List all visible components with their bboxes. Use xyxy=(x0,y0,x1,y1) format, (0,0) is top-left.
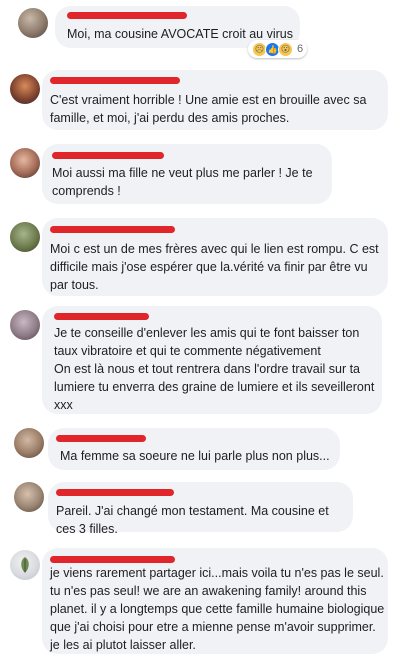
redacted-name xyxy=(54,313,149,320)
redacted-name xyxy=(52,152,164,159)
redacted-name xyxy=(50,556,175,563)
comment-item: Je te conseille d'enlever les amis qui t… xyxy=(0,298,400,416)
comment-text: Moi aussi ma fille ne veut plus me parle… xyxy=(52,166,317,198)
comment-item: Ma femme sa soeure ne lui parle plus non… xyxy=(0,420,400,472)
avatar[interactable] xyxy=(10,550,40,580)
avatar[interactable] xyxy=(10,148,40,178)
avatar[interactable] xyxy=(14,482,44,512)
comment-item: je viens rarement partager ici...mais vo… xyxy=(0,540,400,660)
comment-item: Moi c est un de mes frères avec qui le l… xyxy=(0,208,400,296)
comment-text: je viens rarement partager ici...mais vo… xyxy=(50,566,388,652)
comment-bubble: Ma femme sa soeure ne lui parle plus non… xyxy=(48,428,340,470)
redacted-name xyxy=(67,12,187,19)
comment-item: Moi aussi ma fille ne veut plus me parle… xyxy=(0,134,400,206)
comment-text: Moi c est un de mes frères avec qui le l… xyxy=(50,242,383,292)
leaf-icon xyxy=(21,557,29,573)
avatar[interactable] xyxy=(10,74,40,104)
reaction-count: 6 xyxy=(297,43,304,55)
comment-text: C'est vraiment horrible ! Une amie est e… xyxy=(50,93,370,125)
wow-reaction-icon: 😮 xyxy=(278,41,293,57)
redacted-name xyxy=(56,489,174,496)
redacted-name xyxy=(50,226,175,233)
avatar[interactable] xyxy=(10,222,40,252)
comment-bubble: C'est vraiment horrible ! Une amie est e… xyxy=(42,70,388,130)
comment-bubble: Pareil. J'ai changé mon testament. Ma co… xyxy=(48,482,353,536)
comment-text: Pareil. J'ai changé mon testament. Ma co… xyxy=(56,504,333,536)
comment-text: Ma femme sa soeure ne lui parle plus non… xyxy=(60,449,330,463)
comment-item: C'est vraiment horrible ! Une amie est e… xyxy=(0,62,400,134)
comment-bubble: je viens rarement partager ici...mais vo… xyxy=(42,548,388,654)
comment-text: Je te conseille d'enlever les amis qui t… xyxy=(54,326,375,412)
comment-item: Moi, ma cousine AVOCATE croit au virus ☹… xyxy=(0,0,400,62)
avatar[interactable] xyxy=(10,310,40,340)
comment-bubble: Moi c est un de mes frères avec qui le l… xyxy=(42,218,388,296)
comment-bubble: Moi aussi ma fille ne veut plus me parle… xyxy=(42,144,332,204)
comment-item: Pareil. J'ai changé mon testament. Ma co… xyxy=(0,476,400,536)
reaction-summary[interactable]: ☹ 👍 😮 6 xyxy=(248,40,308,58)
comment-bubble: Je te conseille d'enlever les amis qui t… xyxy=(42,306,382,414)
redacted-name xyxy=(56,435,146,442)
avatar[interactable] xyxy=(18,8,48,38)
avatar[interactable] xyxy=(14,428,44,458)
redacted-name xyxy=(50,77,180,84)
